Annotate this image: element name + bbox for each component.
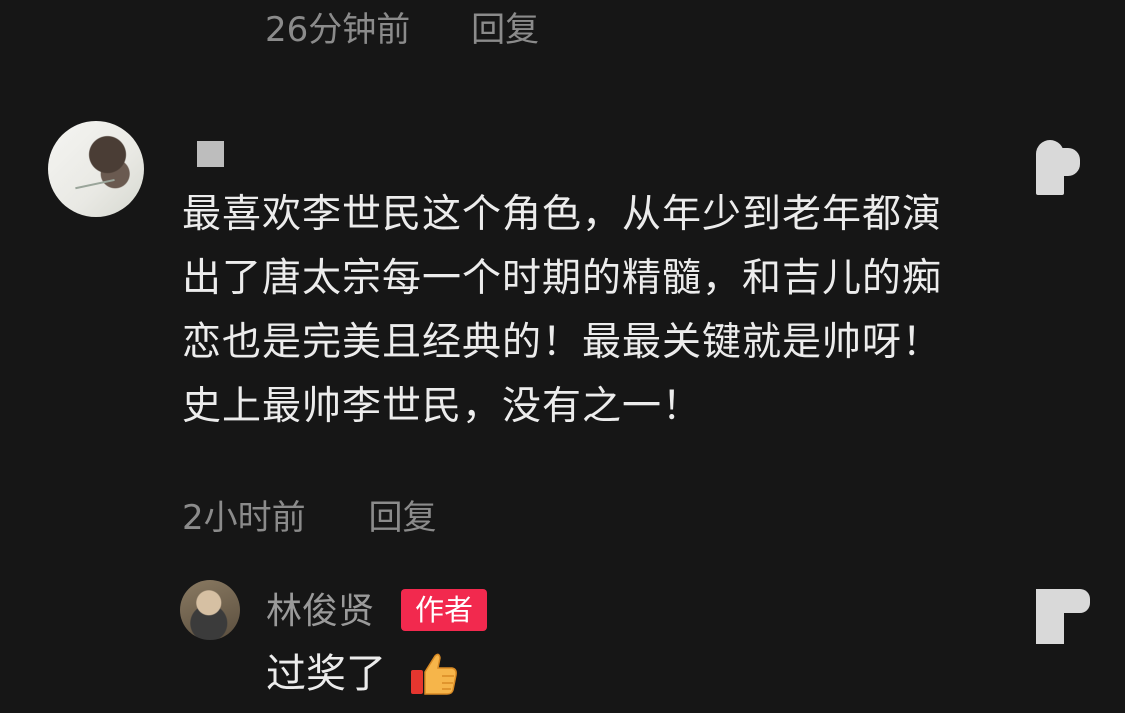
commenter-avatar[interactable] [48,121,144,217]
top-comment-reply-button[interactable]: 回复 [471,10,539,50]
top-comment-time: 26分钟前 [265,10,411,50]
author-avatar[interactable] [180,580,240,640]
comment-reply-button[interactable]: 回复 [368,498,436,538]
author-badge: 作者 [401,589,487,631]
comment-like-icon-part [1058,148,1080,176]
author-reply-text: 过奖了 [266,651,386,697]
reply-like-icon-part [1062,589,1090,613]
comment-time: 2小时前 [182,498,306,538]
reply-like-icon[interactable] [1036,589,1064,644]
comment-meta: 2小时前 回复 [182,498,436,538]
commenter-username-redacted[interactable] [197,141,224,167]
comment-text: 最喜欢李世民这个角色，从年少到老年都演出了唐太宗每一个时期的精髓，和吉儿的痴恋也… [182,192,943,429]
top-comment-meta: 26分钟前 回复 [265,10,539,50]
author-name[interactable]: 林俊贤 [266,590,374,634]
thumbs-up-icon [411,653,457,695]
